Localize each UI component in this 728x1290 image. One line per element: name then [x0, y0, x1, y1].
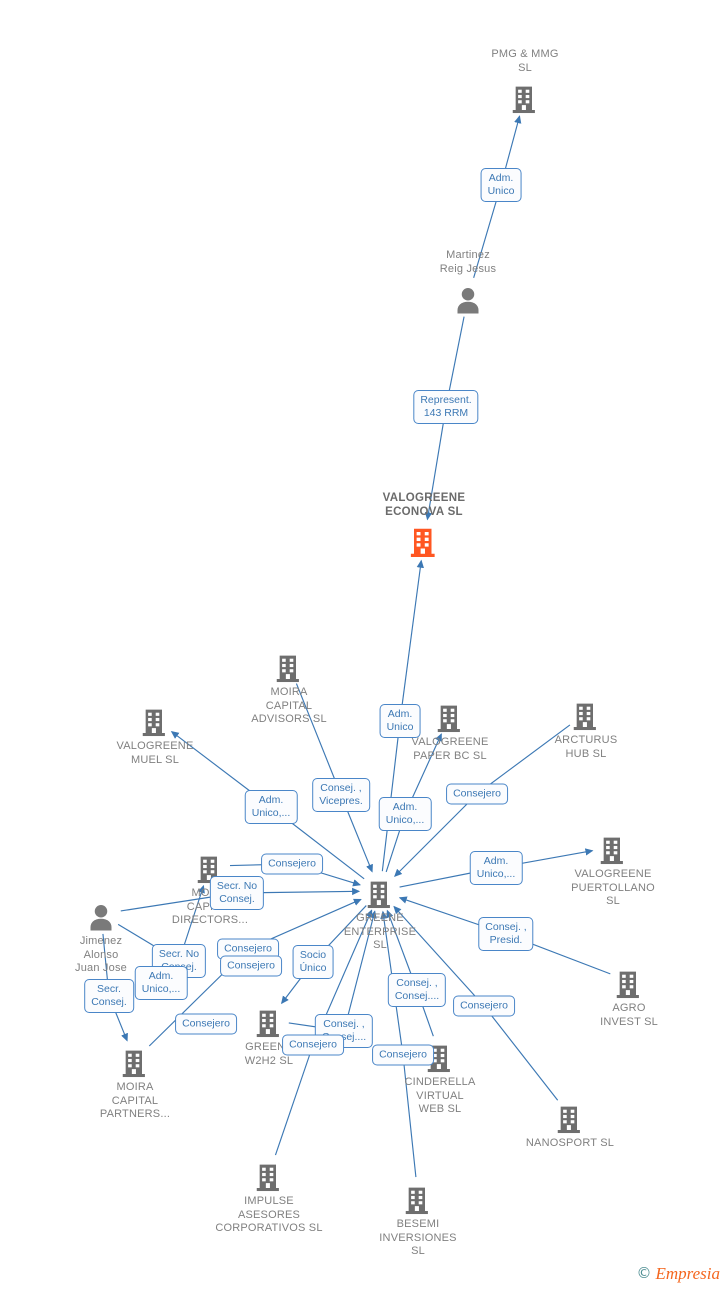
node-label-agro: AGRO INVEST SL [600, 1002, 658, 1028]
building-icon [209, 1155, 329, 1193]
node-label-pmg: PMG & MMG SL [491, 48, 559, 74]
node-label-valo_muel: VALOGREENE MUEL SL [116, 740, 194, 766]
relationship-label-rel1[interactable]: Adm. Unico [480, 168, 522, 202]
relationship-label-rel22[interactable]: Consejero [282, 1034, 344, 1056]
node-label-moira_adv: MOIRA CAPITAL ADVISORS SL [251, 686, 327, 725]
graph-node-nanosport[interactable]: NANOSPORT SL [510, 1097, 630, 1151]
relationship-label-rel7[interactable]: Consejero [446, 783, 508, 805]
relationship-label-rel20[interactable]: Consejero [175, 1013, 237, 1035]
node-label-nanosport: NANOSPORT SL [525, 1137, 615, 1149]
relationship-label-rel16[interactable]: Adm. Unico,... [134, 966, 188, 1000]
graph-node-greene_ent[interactable]: GREENE ENTERPRISE SL [320, 872, 440, 953]
graph-node-impulse[interactable]: IMPULSE ASESORES CORPORATIVOS SL [209, 1155, 329, 1236]
building-icon [229, 646, 349, 684]
graph-node-moira_part[interactable]: MOIRA CAPITAL PARTNERS... [75, 1041, 195, 1122]
building-icon [75, 1041, 195, 1079]
graph-node-agro[interactable]: AGRO INVEST SL [569, 962, 689, 1029]
relationship-label-rel19[interactable]: Consejero [453, 995, 515, 1017]
graph-node-besemi[interactable]: BESEMI INVERSIONES SL [358, 1178, 478, 1259]
building-icon [320, 872, 440, 910]
building-icon [358, 1178, 478, 1216]
relationship-label-rel11[interactable]: Consej. , Presid. [478, 917, 534, 951]
relationship-label-rel8[interactable]: Consejero [261, 853, 323, 875]
building-icon-focus [364, 521, 484, 559]
graph-node-valo_muel[interactable]: VALOGREENE MUEL SL [95, 700, 215, 767]
graph-node-valo_puerto[interactable]: VALOGREENE PUERTOLLANO SL [553, 828, 673, 909]
graph-node-martinez[interactable]: Martinez Reig Jesus [408, 249, 528, 316]
relationship-label-rel3[interactable]: Adm. Unico [379, 704, 421, 738]
person-icon [41, 895, 161, 933]
node-label-arcturus: ARCTURUS HUB SL [554, 734, 618, 760]
relationship-label-rel23[interactable]: Consejero [372, 1044, 434, 1066]
building-icon [95, 700, 215, 738]
building-icon [465, 77, 585, 115]
relationship-label-rel6[interactable]: Adm. Unico,... [378, 797, 432, 831]
relationship-label-rel10[interactable]: Adm. Unico,... [469, 851, 523, 885]
relationship-label-rel2[interactable]: Represent. 143 RRM [413, 390, 479, 424]
graph-node-jimenez[interactable]: Jimenez Alonso Juan Jose [41, 895, 161, 976]
relationship-graph: PMG & MMG SL Martinez Reig Jesus VALOGREEN… [0, 0, 728, 1290]
graph-node-valo_econova[interactable]: VALOGREENE ECONOVA SL [364, 492, 484, 559]
building-icon [526, 694, 646, 732]
node-label-cinderella: CINDERELLA VIRTUAL WEB SL [404, 1076, 476, 1115]
graph-node-arcturus[interactable]: ARCTURUS HUB SL [526, 694, 646, 761]
copyright-symbol: © [636, 1264, 652, 1282]
node-label-moira_part: MOIRA CAPITAL PARTNERS... [99, 1081, 171, 1120]
node-label-valo_puerto: VALOGREENE PUERTOLLANO SL [571, 868, 655, 907]
brand-name: Empresia [655, 1264, 720, 1283]
relationship-label-rel17[interactable]: Secr. Consej. [84, 979, 134, 1013]
node-label-valo_paper: VALOGREENE PAPER BC SL [411, 736, 489, 762]
node-label-impulse: IMPULSE ASESORES CORPORATIVOS SL [215, 1195, 323, 1234]
relationship-label-rel15[interactable]: Socio Único [292, 945, 334, 979]
relationship-label-rel18[interactable]: Consej. , Consej.... [387, 973, 447, 1007]
person-icon [408, 278, 528, 316]
watermark: © Empresia [636, 1265, 720, 1282]
node-label-besemi: BESEMI INVERSIONES SL [379, 1218, 457, 1257]
graph-node-pmg[interactable]: PMG & MMG SL [465, 48, 585, 115]
building-icon [553, 828, 673, 866]
relationship-label-rel5[interactable]: Adm. Unico,... [244, 790, 298, 824]
node-label-greene_ent: GREENE ENTERPRISE SL [343, 912, 417, 951]
node-label-martinez: Martinez Reig Jesus [439, 249, 497, 275]
building-icon [510, 1097, 630, 1135]
relationship-label-rel4[interactable]: Consej. , Vicepres. [312, 778, 370, 812]
relationship-label-rel9[interactable]: Secr. No Consej. [209, 876, 265, 910]
relationship-label-rel13[interactable]: Consejero [220, 955, 282, 977]
building-icon [569, 962, 689, 1000]
graph-node-moira_adv[interactable]: MOIRA CAPITAL ADVISORS SL [229, 646, 349, 727]
node-label-valo_econova: VALOGREENE ECONOVA SL [382, 492, 466, 518]
